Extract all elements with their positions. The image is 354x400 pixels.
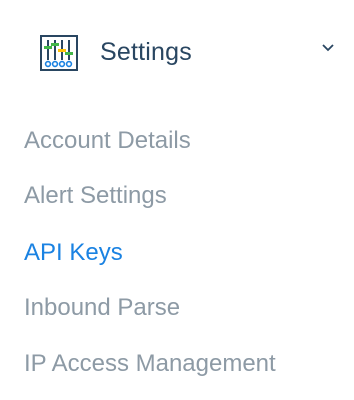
settings-section-header[interactable]: Settings [0,0,354,104]
nav-item-api-keys[interactable]: API Keys [24,236,123,270]
chevron-down-icon[interactable] [321,43,335,53]
nav-item-alert-settings[interactable]: Alert Settings [24,179,167,213]
nav-item-account-details[interactable]: Account Details [24,124,191,158]
settings-sliders-icon [40,35,78,71]
section-title: Settings [100,38,192,66]
nav-item-inbound-parse[interactable]: Inbound Parse [24,291,180,325]
nav-item-ip-access-management[interactable]: IP Access Management [24,347,276,381]
